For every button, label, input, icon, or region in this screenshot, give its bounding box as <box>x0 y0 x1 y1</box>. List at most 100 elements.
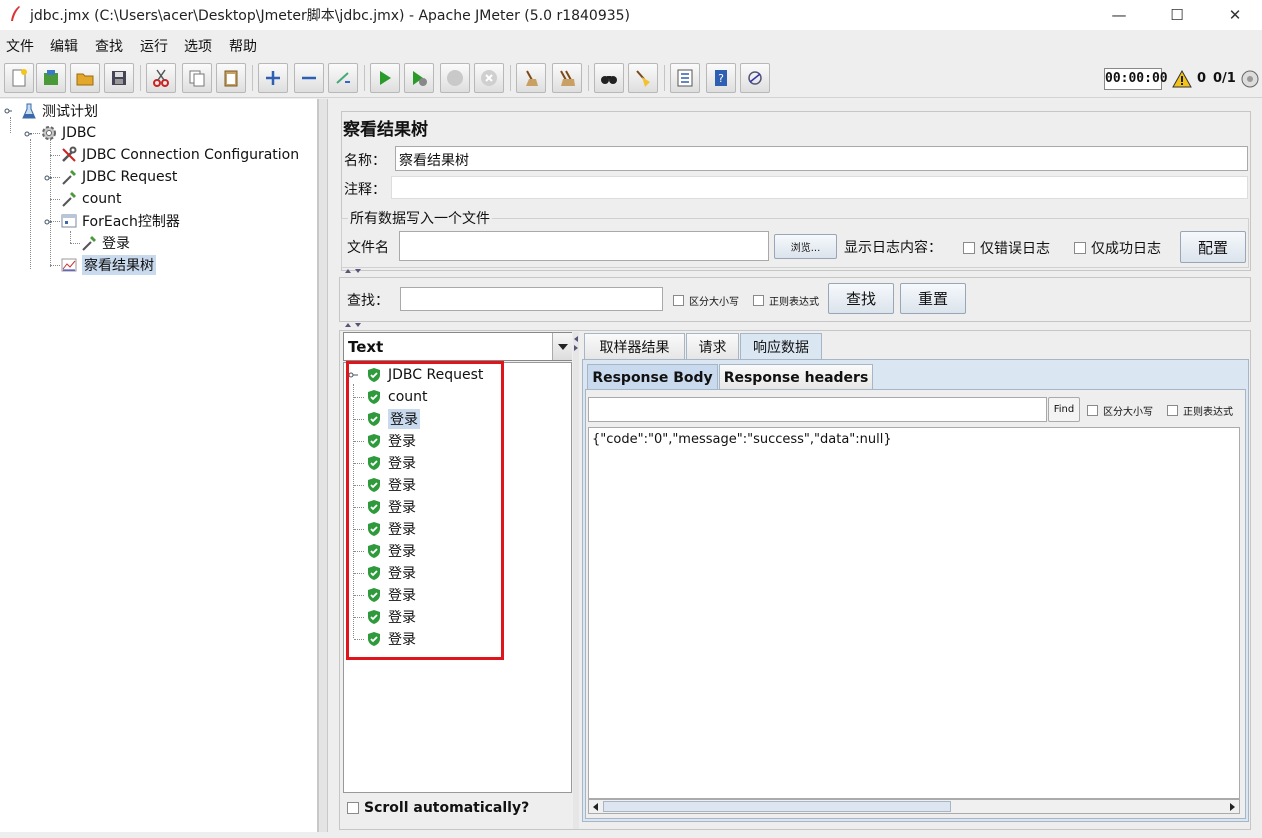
save-icon <box>112 71 126 85</box>
expand-button[interactable] <box>258 63 288 93</box>
tree-toggle-icon[interactable] <box>4 107 12 115</box>
browse-button[interactable]: 浏览... <box>774 234 837 259</box>
function-helper-button[interactable] <box>670 63 700 93</box>
listener-chart-icon <box>61 258 77 272</box>
tree-node-login[interactable]: 登录 <box>80 233 130 253</box>
menu-search[interactable]: 查找 <box>95 36 123 56</box>
templates-button[interactable] <box>36 63 66 93</box>
tab-sampler-result[interactable]: 取样器结果 <box>584 333 685 359</box>
scroll-right-icon[interactable] <box>1227 802 1237 812</box>
listener-panel: 察看结果树 名称： 察看结果树 注释： 所有数据写入一个文件 文件名 浏览...… <box>329 99 1262 832</box>
find-input[interactable] <box>588 397 1047 422</box>
tree-node-count[interactable]: count <box>60 189 122 209</box>
tree-node-test-plan[interactable]: 测试计划 <box>20 101 98 121</box>
remote-button[interactable] <box>740 63 770 93</box>
menu-edit[interactable]: 编辑 <box>50 36 78 56</box>
toggle-wand-icon <box>336 72 350 84</box>
start-button[interactable] <box>370 63 400 93</box>
errors-only-checkbox[interactable]: 仅错误日志 <box>963 238 1050 258</box>
menu-help[interactable]: 帮助 <box>229 36 257 56</box>
title-bar: jdbc.jmx (C:\Users\acer\Desktop\Jmeter脚本… <box>0 0 1262 30</box>
tree-node-view-results-tree[interactable]: 察看结果树 <box>60 255 156 275</box>
tree-toggle-icon[interactable] <box>24 130 32 138</box>
paste-button[interactable] <box>216 63 246 93</box>
test-plan-tree: 测试计划 JDBC JDBC Connection Configuration … <box>0 99 318 832</box>
checkbox-box <box>673 295 684 306</box>
maximize-button[interactable]: ☐ <box>1154 2 1200 28</box>
stop-button[interactable] <box>440 63 470 93</box>
response-body-text[interactable]: {"code":"0","message":"success","data":n… <box>588 427 1240 799</box>
clear-all-button[interactable] <box>552 63 582 93</box>
dropdown-arrow[interactable] <box>552 333 572 360</box>
tree-node-jdbc-thread-group[interactable]: JDBC <box>40 123 96 143</box>
toolbar: ? 00:00:00 0 0/1 <box>0 58 1262 98</box>
name-field[interactable]: 察看结果树 <box>395 146 1248 171</box>
plus-icon <box>266 71 280 85</box>
search-regex-checkbox[interactable]: 正则表达式 <box>753 293 819 308</box>
new-button[interactable] <box>4 63 34 93</box>
minimize-button[interactable]: — <box>1096 2 1142 28</box>
search-button[interactable]: 查找 <box>828 283 894 314</box>
menu-options[interactable]: 选项 <box>184 36 212 56</box>
scroll-auto-checkbox[interactable]: Scroll automatically? <box>347 800 529 816</box>
collapse-arrows-icon[interactable] <box>343 267 367 275</box>
help-button[interactable]: ? <box>706 63 736 93</box>
tab-response-data[interactable]: 响应数据 <box>740 333 822 359</box>
checkbox-box <box>1087 405 1098 416</box>
scroll-thumb[interactable] <box>603 801 951 812</box>
warning-count: 0 <box>1197 71 1207 86</box>
window-title: jdbc.jmx (C:\Users\acer\Desktop\Jmeter脚本… <box>30 8 631 24</box>
shutdown-button[interactable] <box>474 63 504 93</box>
clear-button[interactable] <box>516 63 546 93</box>
elapsed-timer: 00:00:00 <box>1104 68 1168 90</box>
tree-toggle-icon[interactable] <box>44 174 52 182</box>
find-case-checkbox[interactable]: 区分大小写 <box>1087 403 1153 418</box>
copy-button[interactable] <box>182 63 212 93</box>
close-button[interactable]: ✕ <box>1212 2 1258 28</box>
tab-request[interactable]: 请求 <box>686 333 739 359</box>
filename-input[interactable] <box>399 231 769 261</box>
comment-label: 注释： <box>344 182 386 198</box>
search-case-checkbox[interactable]: 区分大小写 <box>673 293 739 308</box>
highlight-box <box>346 361 504 660</box>
search-button[interactable] <box>594 63 624 93</box>
find-regex-checkbox[interactable]: 正则表达式 <box>1167 403 1233 418</box>
sample-results-tree: JDBC Request count 登录 登录 登录 登录 登录 登录 登录 登录 登录 登录 登录 <box>343 361 572 793</box>
tree-toggle-icon[interactable] <box>44 218 52 226</box>
cut-button[interactable] <box>146 63 176 93</box>
save-button[interactable] <box>104 63 134 93</box>
comment-field[interactable] <box>391 176 1248 199</box>
horizontal-scrollbar[interactable] <box>588 799 1240 814</box>
tab-response-body[interactable]: Response Body <box>587 364 718 390</box>
tree-node-foreach-controller[interactable]: ForEach控制器 <box>60 211 180 231</box>
filename-label: 文件名 <box>347 240 389 256</box>
split-arrows-icon <box>574 336 578 351</box>
collapse-button[interactable] <box>294 63 324 93</box>
menu-file[interactable]: 文件 <box>6 36 34 56</box>
new-file-icon <box>12 69 27 87</box>
tree-node-jdbc-request[interactable]: JDBC Request <box>60 167 177 187</box>
toggle-button[interactable] <box>328 63 358 93</box>
gear-icon <box>42 126 56 140</box>
success-only-checkbox[interactable]: 仅成功日志 <box>1074 238 1161 258</box>
find-button[interactable]: Find <box>1048 397 1080 422</box>
reset-search-button[interactable] <box>628 63 658 93</box>
start-no-pause-button[interactable] <box>404 63 434 93</box>
tab-response-headers[interactable]: Response headers <box>719 364 873 390</box>
menu-run[interactable]: 运行 <box>140 36 168 56</box>
renderer-select[interactable]: Text <box>343 332 572 361</box>
warning-icon[interactable] <box>1172 70 1192 88</box>
remote-icon <box>748 71 762 85</box>
configure-button[interactable]: 配置 <box>1180 231 1246 263</box>
open-button[interactable] <box>70 63 100 93</box>
tree-node-jdbc-connection-config[interactable]: JDBC Connection Configuration <box>60 145 299 165</box>
scroll-left-icon[interactable] <box>591 802 601 812</box>
status-indicator-icon <box>1241 70 1259 88</box>
paste-icon <box>224 70 238 87</box>
search-input[interactable] <box>400 287 663 311</box>
results-splitter[interactable] <box>573 332 579 829</box>
collapse-arrows-icon[interactable] <box>343 321 367 329</box>
reset-button[interactable]: 重置 <box>900 283 966 314</box>
pane-splitter[interactable] <box>318 99 328 832</box>
search-label: 查找： <box>347 293 389 309</box>
